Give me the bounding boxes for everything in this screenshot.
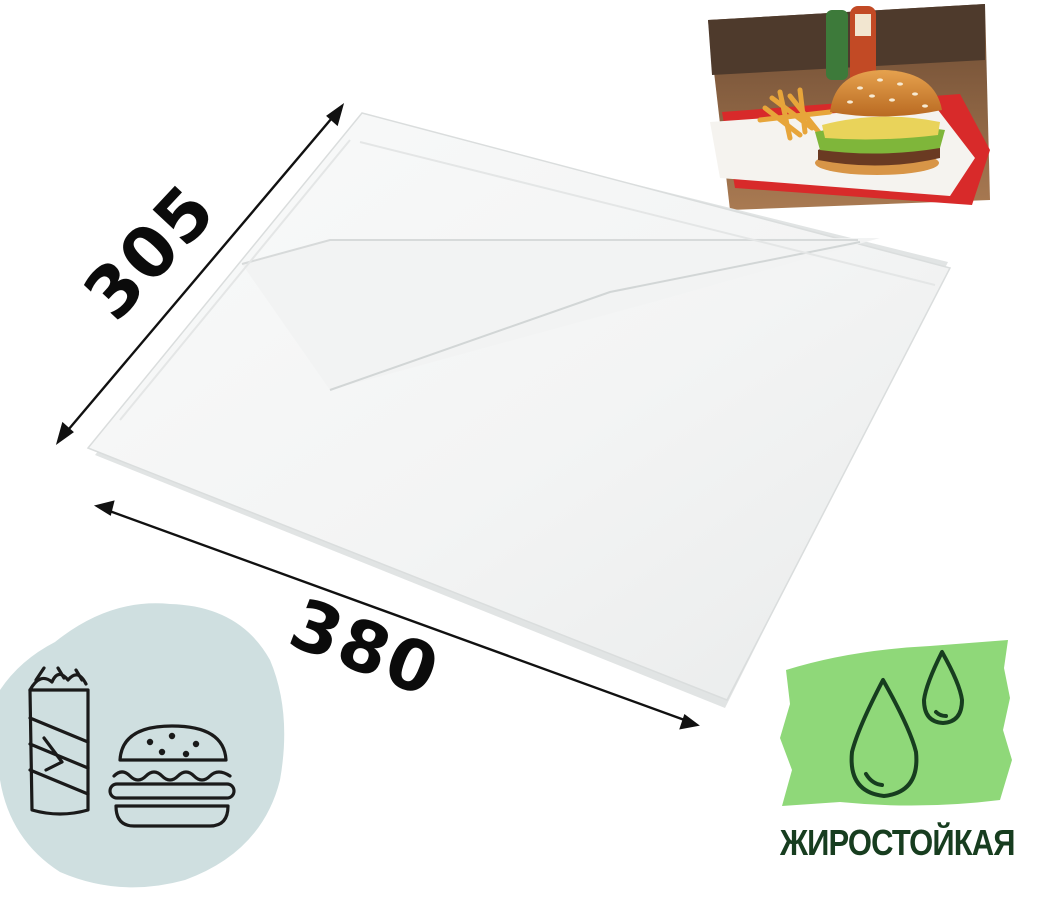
product-illustration [0,4,1012,888]
grease-resistant-label: ЖИРОСТОЙКАЯ [780,822,1016,863]
grease-resistant-badge [780,640,1012,806]
product-image: 305 380 ЖИРОСТОЙКАЯ [0,0,1041,913]
food-photo [708,4,990,210]
usage-badge [0,603,285,888]
